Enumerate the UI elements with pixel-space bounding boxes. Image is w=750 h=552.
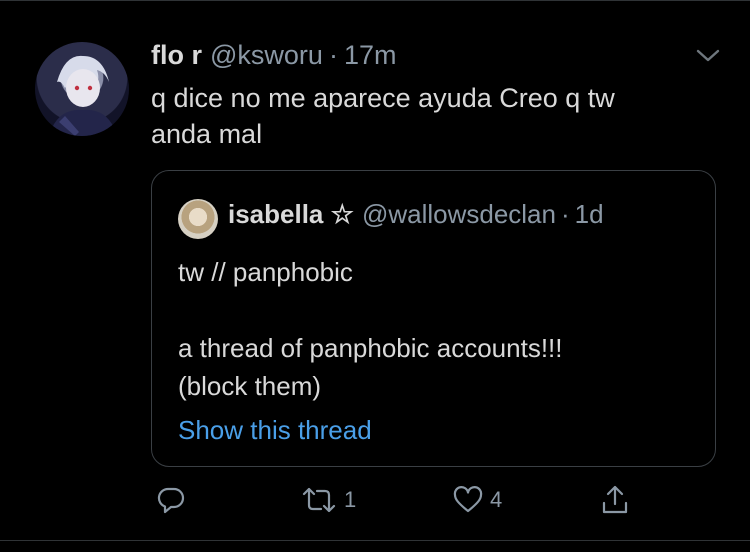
like-count: 4 (490, 487, 503, 512)
chevron-down-icon[interactable] (695, 47, 721, 65)
tweet-timestamp[interactable]: 17m (344, 40, 397, 71)
quoted-tweet-card[interactable]: isabella ☆ @wallowsdeclan · 1d tw // pan… (151, 170, 716, 467)
quoted-tweet-text: tw // panphobic a thread of panphobic ac… (178, 257, 563, 401)
tweet-actions: 1 4 (0, 478, 750, 522)
reply-icon (156, 485, 186, 515)
author-avatar[interactable] (35, 42, 129, 136)
quoted-author-avatar (178, 199, 218, 239)
quoted-author-name: isabella ☆ (228, 199, 354, 229)
quoted-tweet-header: isabella ☆ @wallowsdeclan · 1d (228, 199, 604, 233)
show-thread-link[interactable]: Show this thread (178, 415, 372, 446)
heart-icon (452, 485, 484, 515)
separator-dot: · (328, 40, 338, 70)
bottom-divider (0, 540, 750, 541)
retweet-count: 1 (344, 487, 357, 512)
share-icon (600, 484, 630, 516)
retweet-icon (300, 485, 338, 515)
reply-button[interactable] (156, 478, 186, 522)
author-handle[interactable]: @ksworu (210, 40, 323, 71)
tweet-header: flo r @ksworu · 17m (151, 40, 396, 76)
avatar-image (49, 55, 117, 136)
top-divider (0, 0, 750, 1)
quoted-separator-dot: · (560, 199, 570, 229)
retweet-button[interactable]: 1 (300, 478, 356, 522)
author-name[interactable]: flo r (151, 40, 202, 71)
tweet-text: q dice no me aparece ayuda Creo q tw and… (151, 83, 615, 149)
like-button[interactable]: 4 (452, 478, 502, 522)
quoted-author-handle: @wallowsdeclan (361, 199, 556, 229)
share-button[interactable] (600, 478, 630, 522)
quoted-timestamp: 1d (574, 199, 604, 229)
